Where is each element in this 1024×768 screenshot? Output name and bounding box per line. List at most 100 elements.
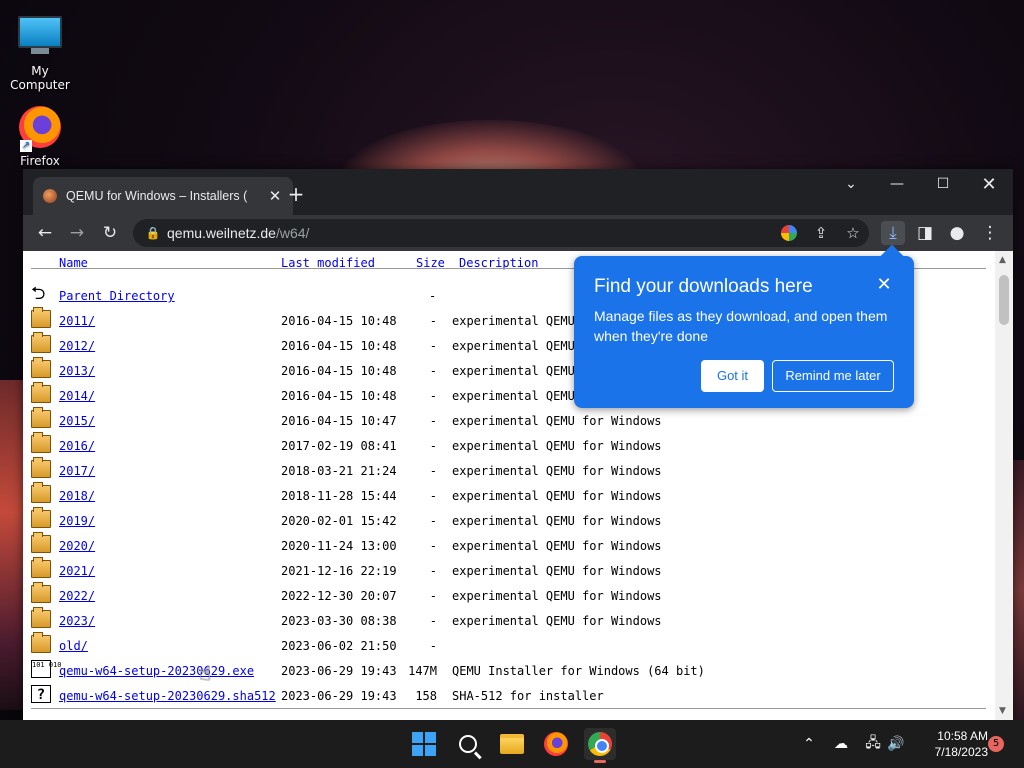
scroll-up-icon[interactable]: ▲ [999, 255, 1006, 265]
title-bar: QEMU for Windows – Installers ( ✕ + ⌄ — … [23, 169, 1013, 215]
file-link[interactable]: 2021/ [59, 564, 95, 578]
file-link[interactable]: 2020/ [59, 539, 95, 553]
file-link[interactable]: qemu-w64-setup-20230629.sha512 [59, 689, 276, 703]
file-description: experimental QEMU for Windows [452, 614, 662, 628]
table-row: 2015/2016-04-15 10:47 - experimental QEMU … [31, 407, 991, 433]
download-icon[interactable]: ⤓ [881, 221, 905, 245]
file-explorer-button[interactable] [496, 728, 528, 760]
shortcut-arrow-icon: ↗ [20, 140, 32, 152]
bubble-close-icon[interactable]: ✕ [874, 274, 894, 295]
start-button[interactable] [408, 728, 440, 760]
file-description: QEMU Installer for Windows (64 bit) [452, 664, 705, 678]
forward-icon[interactable]: → [65, 221, 89, 245]
new-tab-icon[interactable]: + [285, 183, 307, 205]
lock-icon[interactable]: 🔒 [143, 226, 163, 240]
file-link[interactable]: 2014/ [59, 389, 95, 403]
side-panel-icon[interactable]: ◨ [913, 221, 937, 245]
got-it-button[interactable]: Got it [701, 360, 764, 392]
bubble-title: Find your downloads here [594, 276, 813, 297]
toolbar: ← → ↻ 🔒 qemu.weilnetz.de/w64/ ⇪ ☆ ⤓ ◨ ● … [23, 215, 1013, 251]
tab-search-chevron-icon[interactable]: ⌄ [828, 169, 874, 199]
url-text[interactable]: qemu.weilnetz.de/w64/ [167, 225, 309, 241]
file-description: experimental QEMU for Windows [452, 539, 662, 553]
file-link[interactable]: 2015/ [59, 414, 95, 428]
back-icon[interactable]: ← [33, 221, 57, 245]
last-modified: 2018-11-28 15:44 [281, 489, 397, 503]
tab-close-icon[interactable]: ✕ [267, 187, 283, 205]
file-link[interactable]: 2012/ [59, 339, 95, 353]
table-row: 2019/2020-02-01 15:42 - experimental QEMU … [31, 507, 991, 533]
last-modified: 2020-11-24 13:00 [281, 539, 397, 553]
firefox-icon [544, 732, 568, 756]
folder-icon [31, 382, 51, 403]
file-link[interactable]: 2022/ [59, 589, 95, 603]
profile-icon[interactable]: ● [945, 221, 969, 245]
volume-icon[interactable]: 🔊 [885, 720, 907, 768]
file-size: 158 [415, 689, 437, 703]
bubble-body: Manage files as they download, and open … [594, 308, 888, 344]
folder-icon [31, 532, 51, 553]
binary-file-icon: 101 010 [31, 660, 62, 678]
folder-icon [31, 432, 51, 453]
tray-overflow-chevron-icon[interactable]: ⌃ [798, 720, 820, 768]
file-description: experimental QEMU for Windows [452, 464, 662, 478]
file-link[interactable]: qemu-w64-setup-20230629.exe [59, 664, 254, 678]
file-link[interactable]: 2023/ [59, 614, 95, 628]
folder-icon [31, 482, 51, 503]
folder-icon [31, 307, 51, 328]
desktop-icon-label: Firefox [20, 154, 60, 168]
menu-icon[interactable]: ⋮ [978, 221, 1002, 245]
file-description: experimental QEMU [452, 339, 575, 353]
maximize-icon[interactable]: ☐ [920, 169, 966, 199]
vertical-scrollbar[interactable]: ▲ ▼ [995, 251, 1013, 720]
parent-directory-link[interactable]: Parent Directory [59, 289, 175, 303]
address-bar[interactable]: 🔒 qemu.weilnetz.de/w64/ ⇪ ☆ [133, 219, 869, 247]
table-row: 2020/2020-11-24 13:00 - experimental QEMU … [31, 532, 991, 558]
notification-badge[interactable]: 5 [988, 736, 1004, 752]
reload-icon[interactable]: ↻ [98, 221, 122, 245]
bookmark-star-icon[interactable]: ☆ [841, 221, 865, 245]
scroll-down-icon[interactable]: ▼ [999, 706, 1006, 716]
share-icon[interactable]: ⇪ [809, 221, 833, 245]
file-link[interactable]: 2011/ [59, 314, 95, 328]
file-size: - [429, 539, 437, 553]
last-modified: 2018-03-21 21:24 [281, 464, 397, 478]
clock[interactable]: 10:58 AM 7/18/2023 [912, 728, 988, 760]
url-host: qemu.weilnetz.de [167, 225, 276, 241]
search-button[interactable] [452, 728, 484, 760]
folder-icon [31, 507, 51, 528]
file-link[interactable]: old/ [59, 639, 88, 653]
desktop-icon-my-computer[interactable]: My Computer [0, 10, 80, 92]
file-link[interactable]: 2017/ [59, 464, 95, 478]
onedrive-icon[interactable]: ☁ [830, 720, 852, 768]
scrollbar-thumb[interactable] [999, 275, 1009, 325]
table-row: 101 010 qemu-w64-setup-20230629.exe 2023-0… [31, 658, 991, 683]
tab-qemu[interactable]: QEMU for Windows – Installers ( ✕ [33, 177, 293, 215]
close-window-icon[interactable]: ✕ [966, 169, 1012, 199]
last-modified: 2023-03-30 08:38 [281, 614, 397, 628]
last-modified: 2016-04-15 10:48 [281, 339, 397, 353]
folder-icon [31, 332, 51, 353]
file-link[interactable]: 2019/ [59, 514, 95, 528]
google-lens-icon[interactable] [777, 221, 801, 245]
chrome-button[interactable] [584, 728, 616, 763]
remind-me-later-button[interactable]: Remind me later [772, 360, 894, 392]
desktop-icon-firefox[interactable]: ↗ Firefox [0, 106, 80, 168]
table-row: 2022/2022-12-30 20:07 - experimental QEMU … [31, 582, 991, 608]
file-size: - [429, 364, 437, 378]
firefox-button[interactable] [540, 728, 572, 760]
minimize-icon[interactable]: — [874, 169, 920, 199]
last-modified: 2017-02-19 08:41 [281, 439, 397, 453]
folder-icon [31, 407, 51, 428]
file-size: - [429, 514, 437, 528]
parent-size: - [429, 289, 437, 303]
table-row: 2021/2021-12-16 22:19 - experimental QEMU … [31, 557, 991, 583]
file-link[interactable]: 2016/ [59, 439, 95, 453]
file-link[interactable]: 2018/ [59, 489, 95, 503]
file-link[interactable]: 2013/ [59, 364, 95, 378]
last-modified: 2016-04-15 10:48 [281, 364, 397, 378]
file-description: experimental QEMU [452, 314, 575, 328]
network-icon[interactable]: 🖧 [862, 720, 884, 768]
file-explorer-icon [500, 734, 524, 754]
chrome-icon [588, 732, 612, 756]
